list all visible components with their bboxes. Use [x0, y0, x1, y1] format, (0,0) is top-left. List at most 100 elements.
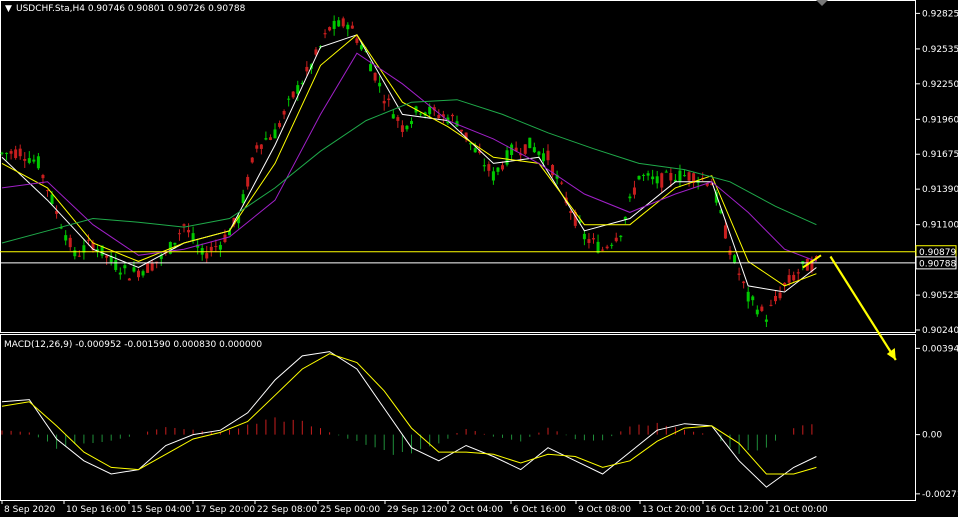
candle-body [373, 72, 377, 81]
candle-body [77, 255, 81, 257]
candle-body [382, 100, 386, 104]
candle-body [36, 156, 40, 169]
candle-body [64, 235, 68, 241]
candle-body [501, 165, 504, 170]
time-tick-label: 16 Oct 12:00 [705, 505, 764, 515]
time-tick-label: 9 Oct 08:00 [578, 505, 631, 515]
candle-body [632, 187, 636, 195]
candle-body [437, 114, 441, 119]
time-tick-label: 6 Oct 16:00 [513, 505, 566, 515]
candle-body [387, 98, 391, 101]
candle-body [323, 33, 327, 35]
candle-body [751, 296, 755, 301]
candle-body [487, 164, 491, 171]
price-tick-label: 0.91390 [922, 185, 958, 195]
candle-body [218, 244, 222, 250]
candle-body [410, 121, 413, 125]
candle-body [214, 246, 218, 248]
time-tick-label: 25 Sep 00:00 [320, 505, 380, 515]
price-tick-label: 0.90240 [922, 326, 958, 336]
candle-body [268, 137, 272, 140]
candle-body [546, 150, 550, 161]
candle-body [541, 153, 545, 162]
candle-body [191, 233, 195, 241]
candle-body [282, 111, 286, 115]
candle-body [532, 147, 536, 153]
price-tick-label: 0.91675 [922, 150, 958, 160]
candle-body [742, 281, 746, 284]
candle-body [127, 278, 131, 281]
time-tick-label: 10 Sep 16:00 [66, 505, 126, 515]
chart-canvas[interactable]: 0.908790.907880.928250.925350.922500.919… [0, 0, 958, 517]
candle-body [296, 85, 300, 94]
macd-tick-label: 0.003948 [922, 344, 958, 354]
candle-body [400, 125, 404, 132]
candle-body [141, 271, 145, 276]
candle-body [250, 157, 254, 163]
candle-body [528, 137, 532, 149]
candle-body [660, 173, 664, 188]
candle-body [355, 38, 359, 43]
candle-body [592, 238, 595, 240]
candle-body [664, 171, 668, 173]
time-tick-label: 29 Sep 12:00 [387, 505, 447, 515]
macd-tick-label: 0.00 [922, 431, 942, 441]
candle-body [687, 172, 691, 181]
candle-body [46, 190, 49, 192]
chart-background [0, 0, 958, 517]
candle-body [177, 233, 181, 235]
macd-tick-label: -0.00271 [922, 490, 958, 500]
candle-body [173, 242, 177, 245]
candle-body [596, 241, 600, 253]
candle-body [755, 309, 759, 315]
candle-body [332, 20, 336, 29]
candle-body [391, 114, 395, 119]
candle-body [619, 235, 623, 238]
candle-body [241, 194, 245, 204]
candle-body [733, 255, 737, 263]
candle-body [132, 267, 136, 272]
candle-body [23, 158, 27, 161]
candle-body [605, 246, 609, 249]
candle-body [359, 45, 363, 50]
candle-body [746, 291, 750, 302]
candle-body [0, 152, 4, 154]
candle-body [796, 272, 800, 274]
candle-body [450, 114, 454, 117]
time-tick-label: 13 Oct 20:00 [642, 505, 701, 515]
candle-body [350, 25, 354, 29]
price-tick-label: 0.92535 [922, 45, 958, 55]
price-tick-label: 0.92250 [922, 80, 958, 90]
candle-body [637, 175, 641, 180]
candle-body [337, 20, 341, 27]
dropdown-triangle-icon[interactable]: ▼ [5, 4, 12, 14]
candle-body [651, 176, 655, 180]
candle-body [32, 159, 36, 162]
candle-body [264, 138, 268, 140]
time-tick-label: 8 Sep 2020 [4, 505, 56, 515]
candle-body [278, 123, 282, 127]
candle-body [523, 144, 527, 154]
candle-body [114, 260, 118, 270]
candle-body [737, 273, 741, 275]
candle-body [491, 171, 495, 181]
candle-body [792, 274, 796, 281]
candle-body [105, 255, 109, 258]
candle-body [723, 225, 727, 239]
candle-body [560, 182, 564, 184]
candle-body [683, 175, 686, 177]
candle-body [787, 275, 791, 283]
candle-body [41, 174, 45, 179]
time-tick-label: 2 Oct 04:00 [450, 505, 503, 515]
candle-body [655, 176, 659, 184]
candle-body [482, 165, 486, 167]
candle-body [5, 152, 9, 154]
candle-body [287, 98, 291, 100]
candle-body [582, 233, 586, 240]
candle-body [419, 113, 423, 115]
candle-body [328, 27, 332, 31]
candle-body [259, 144, 263, 149]
candle-body [123, 265, 127, 269]
candle-body [18, 148, 22, 157]
candle-body [150, 262, 154, 271]
